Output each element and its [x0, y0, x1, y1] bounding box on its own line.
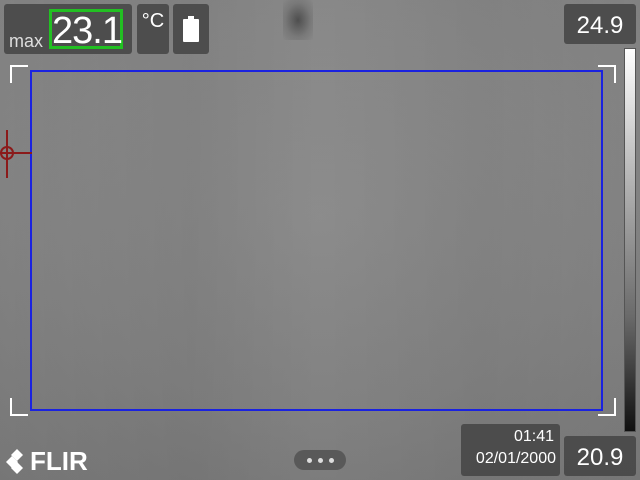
more-dots-icon	[306, 457, 312, 463]
thermal-hotspot	[283, 0, 313, 40]
flir-diamond-icon	[6, 449, 23, 474]
spot-marker-icon[interactable]	[0, 130, 32, 178]
date-display: 02/01/2000	[475, 450, 556, 467]
scale-max-value: 24.9	[576, 12, 624, 39]
temperature-unit-button[interactable]: °C	[137, 4, 169, 54]
unit-label: °C	[141, 10, 165, 32]
max-measurement-panel[interactable]: max 23.1	[4, 4, 132, 54]
datetime-panel: 01:41 02/01/2000	[461, 424, 560, 476]
measurement-box[interactable]	[30, 70, 603, 411]
time-display: 01:41	[513, 428, 554, 445]
max-label: max	[9, 31, 44, 51]
battery-status	[173, 4, 209, 54]
scale-min-panel[interactable]: 20.9	[564, 436, 636, 476]
frame-corner-bottom-left	[10, 398, 28, 416]
more-dots-icon	[328, 457, 334, 463]
max-value-box: 23.1	[49, 9, 123, 52]
frame-corner-top-left	[10, 65, 28, 83]
max-value: 23.1	[52, 10, 123, 52]
brand-name: FLIR	[30, 445, 88, 476]
more-menu-button[interactable]	[294, 450, 346, 470]
temperature-scale-bar	[624, 48, 636, 432]
battery-icon	[183, 16, 199, 42]
scale-max-panel[interactable]: 24.9	[564, 4, 636, 44]
more-dots-icon	[317, 457, 323, 463]
flir-logo: FLIR	[6, 446, 88, 476]
scale-min-value: 20.9	[576, 444, 624, 471]
